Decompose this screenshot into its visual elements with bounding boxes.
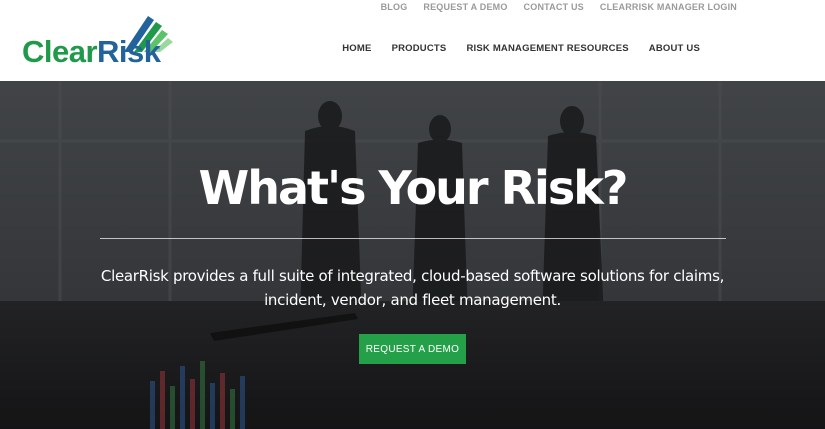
hero-divider <box>100 238 726 239</box>
request-demo-button[interactable]: REQUEST A DEMO <box>359 334 466 364</box>
nav-link-home[interactable]: HOME <box>342 43 371 54</box>
main-nav: HOME PRODUCTS RISK MANAGEMENT RESOURCES … <box>342 43 700 54</box>
site-header: ClearRisk ™ BLOG REQUEST A DEMO CONTACT … <box>0 0 825 81</box>
nav-link-products[interactable]: PRODUCTS <box>392 43 447 54</box>
nav-link-risk-resources[interactable]: RISK MANAGEMENT RESOURCES <box>466 43 628 54</box>
nav-link-contact-us[interactable]: CONTACT US <box>524 2 584 12</box>
nav-link-manager-login[interactable]: CLEARRISK MANAGER LOGIN <box>600 2 737 12</box>
nav-link-request-demo[interactable]: REQUEST A DEMO <box>423 2 507 12</box>
clearrisk-logo[interactable]: ClearRisk ™ <box>22 12 173 70</box>
hero-section: What's Your Risk? ClearRisk provides a f… <box>0 81 825 429</box>
nav-link-blog[interactable]: BLOG <box>381 2 408 12</box>
hero-overlay <box>0 81 825 429</box>
utility-nav: BLOG REQUEST A DEMO CONTACT US CLEARRISK… <box>381 2 737 12</box>
nav-link-about-us[interactable]: ABOUT US <box>649 43 700 54</box>
logo-trademark: ™ <box>154 47 160 53</box>
logo-wordmark: ClearRisk <box>22 34 161 70</box>
logo-text-risk: Risk <box>97 34 161 69</box>
logo-text-clear: Clear <box>22 34 98 69</box>
hero-subtitle: ClearRisk provides a full suite of integ… <box>100 267 725 309</box>
hero-title: What's Your Risk? <box>198 161 629 215</box>
